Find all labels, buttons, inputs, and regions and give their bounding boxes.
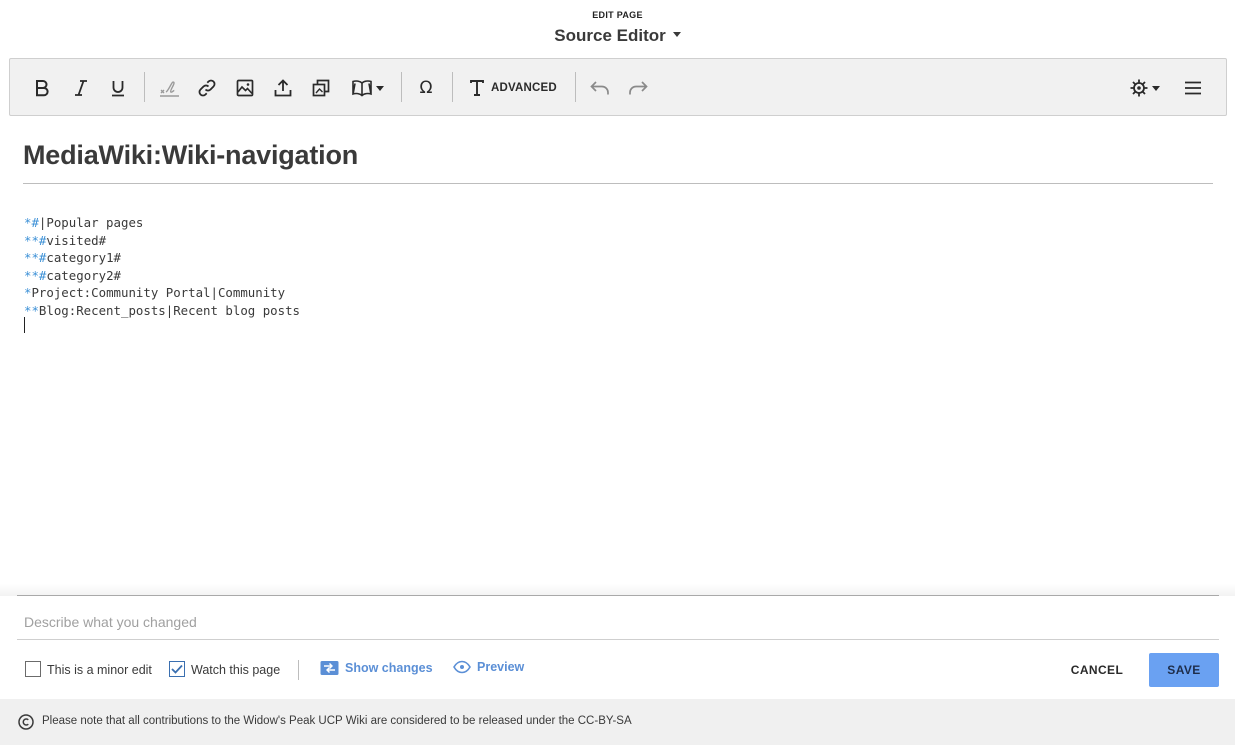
wikitext-text: category2# <box>46 267 121 283</box>
settings-button[interactable] <box>1126 74 1162 102</box>
link-button[interactable] <box>193 74 221 102</box>
editor-line: *#|Popular pages <box>24 214 1214 232</box>
reference-button[interactable] <box>347 74 387 102</box>
diff-icon <box>320 661 339 675</box>
wikitext-marker: *# <box>24 215 39 230</box>
undo-icon <box>590 81 609 95</box>
undo-button[interactable] <box>586 74 614 102</box>
gear-icon <box>1130 79 1147 97</box>
editor-line: **Blog:Recent_posts|Recent blog posts <box>24 302 1214 320</box>
editor-toolbar: Ω ADVANCED <box>9 58 1227 116</box>
bold-icon <box>36 80 49 97</box>
show-changes-label: Show changes <box>345 661 433 675</box>
hamburger-icon <box>1185 81 1201 95</box>
copyright-icon <box>18 714 34 730</box>
wikitext-marker: **# <box>24 250 47 266</box>
editor-mode-selector[interactable]: Source Editor <box>0 26 1235 46</box>
text-style-icon <box>470 80 484 96</box>
underline-button[interactable] <box>104 74 132 102</box>
wikitext-text: Blog:Recent_posts|Recent blog posts <box>38 302 301 318</box>
preview-button[interactable]: Preview <box>453 660 524 674</box>
toolbar-separator <box>452 72 453 102</box>
license-footer: Please note that all contributions to th… <box>0 699 1235 745</box>
wikitext-marker: **# <box>24 232 47 248</box>
editor-line: *Project:Community Portal|Community <box>24 284 1214 302</box>
redo-icon <box>629 81 648 95</box>
book-icon <box>351 80 372 97</box>
link-icon <box>198 79 216 97</box>
watch-page-label[interactable]: Watch this page <box>191 663 280 677</box>
wikitext-text: visited# <box>46 232 107 248</box>
chevron-down-icon <box>1151 85 1160 91</box>
watch-page-checkbox[interactable] <box>169 661 185 677</box>
editor-line: **#category2# <box>24 267 1214 285</box>
summary-divider <box>17 595 1219 596</box>
preview-label: Preview <box>477 660 525 674</box>
signature-button[interactable] <box>155 74 183 102</box>
wikitext-text: category1# <box>46 250 121 266</box>
wikitext-marker: **# <box>24 267 47 283</box>
wikitext-marker: ** <box>24 302 39 318</box>
editor-line: **#visited# <box>24 232 1214 250</box>
editor-mode-label: Source Editor <box>554 26 666 45</box>
summary-divider <box>17 639 1219 640</box>
image-icon <box>236 79 254 97</box>
wikitext-text: Project:Community Portal|Community <box>31 285 286 301</box>
redo-button[interactable] <box>624 74 652 102</box>
upload-icon <box>274 79 292 97</box>
save-button[interactable]: SAVE <box>1149 653 1219 687</box>
toolbar-separator <box>575 72 576 102</box>
underline-icon <box>112 81 124 97</box>
options-separator <box>298 660 299 680</box>
title-divider <box>23 183 1213 184</box>
minor-edit-label[interactable]: This is a minor edit <box>47 663 152 677</box>
bold-button[interactable] <box>28 74 56 102</box>
toolbar-separator <box>144 72 145 102</box>
menu-button[interactable] <box>1179 74 1207 102</box>
edit-summary-input[interactable] <box>24 612 1214 632</box>
cancel-button[interactable]: CANCEL <box>1061 653 1133 687</box>
toolbar-separator <box>401 72 402 102</box>
show-changes-button[interactable]: Show changes <box>320 660 433 676</box>
page-title: MediaWiki:Wiki-navigation <box>23 140 359 170</box>
text-cursor <box>24 317 25 333</box>
advanced-label: ADVANCED <box>491 82 557 94</box>
chevron-down-icon <box>672 32 681 38</box>
signature-icon <box>160 81 179 97</box>
checkmark-icon <box>171 664 183 674</box>
eye-icon <box>453 660 471 674</box>
license-notice: Please note that all contributions to th… <box>42 715 632 727</box>
special-characters-button[interactable]: Ω <box>412 74 440 102</box>
italic-button[interactable] <box>67 74 95 102</box>
edit-page-kicker: EDIT PAGE <box>592 10 643 20</box>
editor-line: **#category1# <box>24 249 1214 267</box>
minor-edit-checkbox[interactable] <box>25 661 41 677</box>
italic-icon <box>75 80 87 96</box>
chevron-down-icon <box>375 85 384 91</box>
gallery-icon <box>312 79 330 97</box>
upload-button[interactable] <box>269 74 297 102</box>
advanced-button[interactable]: ADVANCED <box>469 74 557 102</box>
editor-header: EDIT PAGE Source Editor <box>0 0 1235 58</box>
gallery-button[interactable] <box>307 74 335 102</box>
wikitext-text: |Popular pages <box>38 215 144 230</box>
omega-icon: Ω <box>419 78 433 98</box>
image-button[interactable] <box>231 74 259 102</box>
source-editor-textarea[interactable]: *#|Popular pages **#visited# **#category… <box>24 214 1214 584</box>
